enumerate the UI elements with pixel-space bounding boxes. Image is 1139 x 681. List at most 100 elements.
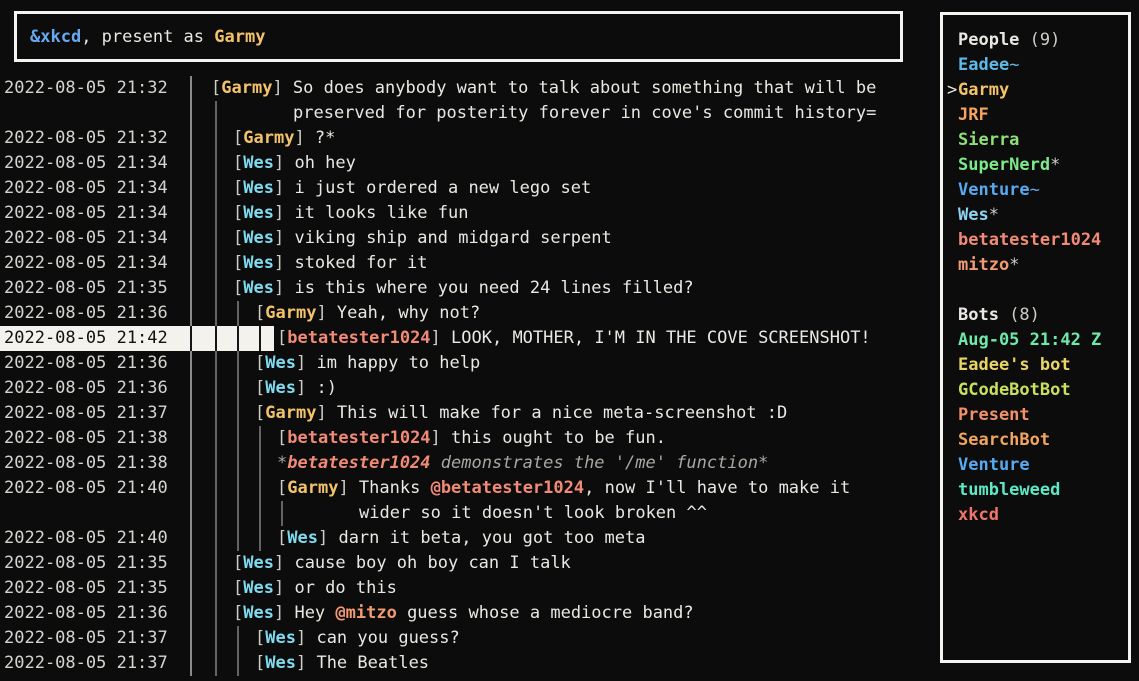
message-body: wider so it doesn't look broken ^^ [359,503,707,523]
gutter-line [190,176,192,201]
chat-message-row[interactable]: 2022-08-05 21:38*betatester1024 demonstr… [0,451,940,476]
user-marker [947,478,958,503]
message-body: it looks like fun [294,203,468,223]
thread-line [281,501,283,526]
bot-list-item[interactable]: xkcd [947,503,1128,528]
nick-bracket: [ [277,328,287,348]
message-body: darn it beta, you got too meta [338,528,645,548]
bot-name: Eadee's bot [958,355,1071,375]
chat-message-row[interactable]: 2022-08-05 21:36 [Wes] :) [0,376,940,401]
user-list-item[interactable]: Sierra [947,128,1128,153]
chat-message-row[interactable]: 2022-08-05 21:40[Wes] darn it beta, you … [0,526,940,551]
timestamp: 2022-08-05 21:36 [4,376,168,401]
chat-message-row[interactable]: 2022-08-05 21:35[Wes] is this where you … [0,276,940,301]
user-list-item[interactable]: Eadee~ [947,53,1128,78]
thread-line [215,101,217,126]
thread-line [237,351,239,376]
chat-message-row[interactable]: 2022-08-05 21:35[Wes] or do this [0,576,940,601]
user-list-item[interactable]: SuperNerd* [947,153,1128,178]
user-marker [947,53,958,78]
chat-message-row[interactable]: 2022-08-05 21:34[Wes] stoked for it [0,251,940,276]
gutter-line [190,351,192,376]
bot-list-item[interactable]: tumbleweed [947,478,1128,503]
message-text: [Garmy] This will make for a nice meta-s… [255,401,787,426]
chat-message-row[interactable]: 2022-08-05 21:37[Wes] can you guess? [0,626,940,651]
message-text: [Wes] stoked for it [233,251,428,276]
bots-label: Bots [958,305,999,325]
thread-line [215,226,217,251]
bot-name: tumbleweed [958,480,1060,500]
thread-line [215,301,217,326]
message-text: [Wes] can you guess? [255,626,460,651]
thread-line [237,401,239,426]
chat-message-row[interactable]: 2022-08-05 21:40[Garmy] Thanks @betatest… [0,476,940,501]
chat-message-row[interactable]: 2022-08-05 21:32[Garmy] So does anybody … [0,76,940,101]
user-list-item[interactable]: Wes* [947,203,1128,228]
channel-name: &xkcd [30,27,81,47]
bot-list-item[interactable]: Present [947,403,1128,428]
thread-line [215,626,217,651]
bot-list-item[interactable]: Venture [947,453,1128,478]
message-text: [Wes] it looks like fun [233,201,468,226]
chat-message-row[interactable]: 2022-08-05 21:34[Wes] i just ordered a n… [0,176,940,201]
user-status-suffix: * [1009,255,1019,275]
nick-bracket: [ [233,128,243,148]
nick-bracket: ] [274,278,294,298]
thread-line [215,576,217,601]
user-list-item[interactable]: mitzo* [947,253,1128,278]
nick-bracket: [ [233,553,243,573]
message-text: [Wes] oh hey [233,151,356,176]
thread-line [237,501,239,526]
message-body: cause boy oh boy can I talk [294,553,570,573]
bot-list-item[interactable]: Aug-05 21:42 Z [947,328,1128,353]
bot-list-item[interactable]: SearchBot [947,428,1128,453]
chat-message-row[interactable]: 2022-08-05 21:34[Wes] oh hey [0,151,940,176]
nick-bracket: ] [274,603,294,623]
bot-list-item[interactable]: GCodeBotBot [947,378,1128,403]
thread-line [215,501,217,526]
nick-bracket: [ [233,178,243,198]
user-status-suffix: * [989,205,999,225]
chat-message-row[interactable]: 2022-08-05 21:37[Wes] The Beatles [0,651,940,676]
user-status-suffix: ~ [1009,55,1019,75]
chat-message-row[interactable]: wider so it doesn't look broken ^^ [0,501,940,526]
user-marker [947,128,958,153]
nick-bracket: [ [233,228,243,248]
chat-message-row[interactable]: 2022-08-05 21:36[Wes] im happy to help [0,351,940,376]
message-body: preserved for posterity forever in cove'… [293,103,876,123]
nick-bracket: ] [316,403,336,423]
gutter-line [190,526,192,551]
user-list-item[interactable]: Venture~ [947,178,1128,203]
user-list-item[interactable]: JRF [947,103,1128,128]
chat-message-row[interactable]: 2022-08-05 21:34[Wes] viking ship and mi… [0,226,940,251]
message-text: [Wes] :) [255,376,337,401]
thread-line [237,326,239,351]
message-text: [Wes] Hey @mitzo guess whose a mediocre … [233,601,694,626]
message-body: Yeah, why not? [337,303,480,323]
chat-message-row[interactable]: 2022-08-05 21:35[Wes] cause boy oh boy c… [0,551,940,576]
chat-message-row[interactable]: 2022-08-05 21:37[Garmy] This will make f… [0,401,940,426]
nick: Wes [243,578,274,598]
user-marker [947,503,958,528]
thread-line [237,301,239,326]
chat-message-row[interactable]: 2022-08-05 21:32[Garmy] ?* [0,126,940,151]
gutter-line [190,301,192,326]
message-body: demonstrates the '/me' function* [431,453,769,473]
user-list-item[interactable]: >Garmy [947,78,1128,103]
chat-message-row[interactable]: 2022-08-05 21:36[Garmy] Yeah, why not? [0,301,940,326]
chat-message-row[interactable]: preserved for posterity forever in cove'… [0,101,940,126]
message-text: [Wes] The Beatles [255,651,429,676]
thread-line [215,426,217,451]
chat-message-row[interactable]: 2022-08-05 21:36[Wes] Hey @mitzo guess w… [0,601,940,626]
thread-line [215,551,217,576]
timestamp: 2022-08-05 21:40 [4,476,168,501]
chat-message-row[interactable]: 2022-08-05 21:34[Wes] it looks like fun [0,201,940,226]
chat-message-row[interactable]: 2022-08-05 21:38[betatester1024] this ou… [0,426,940,451]
bot-list-item[interactable]: Eadee's bot [947,353,1128,378]
message-body: i just ordered a new lego set [294,178,591,198]
thread-line [259,326,261,351]
chat-message-row-highlighted[interactable]: 2022-08-05 21:42[betatester1024] LOOK, M… [0,326,940,351]
user-list-item[interactable]: betatester1024 [947,228,1128,253]
message-body: is this where you need 24 lines filled? [294,278,693,298]
nick-bracket: ] [431,428,451,448]
